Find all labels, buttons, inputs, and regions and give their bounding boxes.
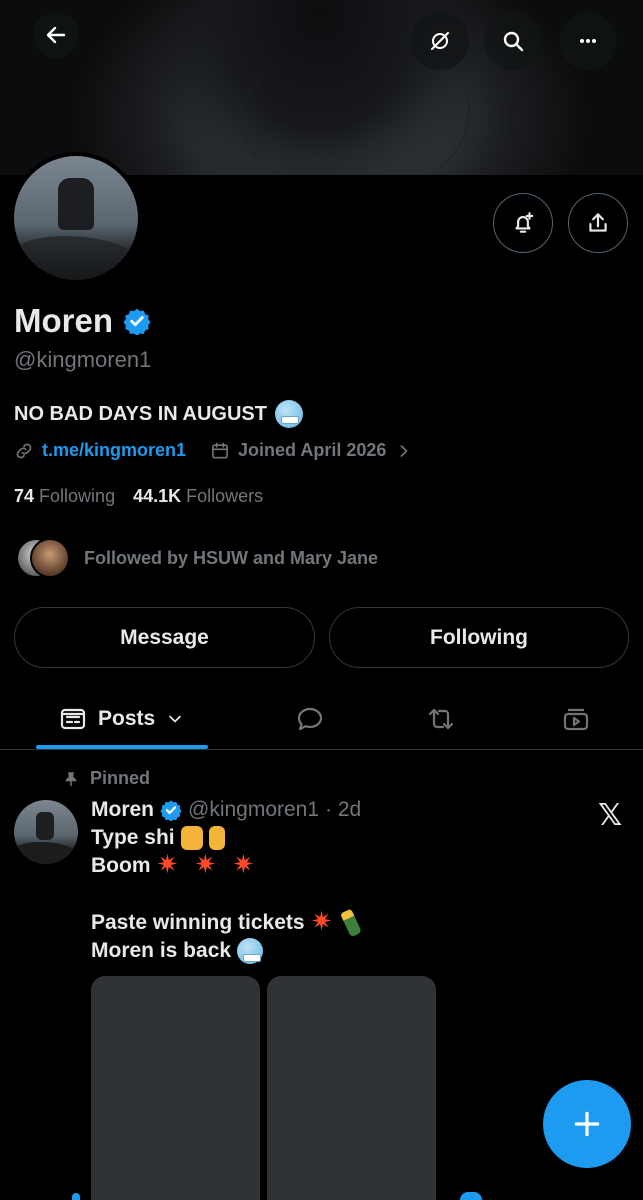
notify-button[interactable] [493, 193, 553, 253]
x-logo-icon[interactable]: 𝕏 [598, 798, 622, 833]
following-label: Following [39, 486, 116, 506]
link-icon [16, 443, 32, 458]
calendar-icon [212, 442, 228, 458]
followers-count: 44.1K [133, 486, 182, 506]
profile-name-row: Moren [14, 302, 151, 340]
chevron-right-icon[interactable] [394, 441, 414, 461]
bio-text: NO BAD DAYS IN AUGUST [14, 402, 267, 425]
followed-by-text: Followed by HSUW and Mary Jane [84, 547, 379, 568]
followed-by-avatars [16, 538, 70, 578]
profile-tabs: Posts [0, 688, 643, 750]
share-button[interactable] [568, 193, 628, 253]
post-line-2: Boom [91, 850, 257, 880]
profile-banner[interactable] [0, 0, 643, 175]
avatar-image [14, 156, 138, 280]
reply-bubble-icon [297, 707, 323, 731]
hand-emoji-icon [180, 826, 203, 850]
verified-badge-icon[interactable] [123, 307, 151, 335]
arrow-left-icon [46, 26, 66, 44]
posts-tab-icon [60, 708, 86, 730]
joined-date: Joined April 2026 [238, 440, 387, 460]
plus-icon [574, 1111, 600, 1137]
bottom-nav-peek [72, 1193, 80, 1200]
pin-icon [65, 771, 77, 786]
following-count-link[interactable]: 74 Following [14, 486, 115, 507]
grok-button[interactable] [411, 12, 469, 70]
more-options-button[interactable] [559, 12, 617, 70]
share-icon [589, 213, 607, 232]
post-media-2[interactable] [267, 976, 436, 1200]
avatar-rock [14, 236, 138, 280]
crossed-fingers-emoji-icon [208, 826, 225, 850]
collision-emoji-icon [233, 850, 257, 880]
pinned-label: Pinned [90, 768, 151, 788]
tab-videos[interactable] [561, 688, 591, 750]
post-text-line: Boom [91, 854, 151, 877]
tab-posts-label: Posts [98, 707, 156, 730]
grok-icon [431, 32, 449, 50]
avatar-figure [36, 812, 54, 840]
compose-button[interactable] [543, 1080, 631, 1168]
collision-emoji-icon [195, 850, 219, 880]
champagne-emoji-icon [339, 908, 362, 938]
following-count: 74 [14, 486, 35, 506]
follow-counts: 74 Following 44.1K Followers [14, 486, 263, 507]
post-line-1: Type shi [91, 826, 225, 850]
avatar-rock [14, 842, 78, 864]
collision-emoji-icon [311, 907, 335, 937]
search-icon [503, 31, 524, 52]
active-tab-indicator [36, 745, 208, 749]
profile-meta: t.me/kingmoren1 Joined April 2026 [14, 440, 414, 461]
tab-replies[interactable] [295, 688, 325, 750]
back-button[interactable] [33, 12, 79, 58]
message-button[interactable]: Message [14, 607, 315, 668]
post-author-name[interactable]: Moren [91, 798, 154, 822]
profile-name: Moren [14, 302, 113, 339]
collision-emoji-icon [157, 850, 181, 880]
cold-face-emoji-icon [275, 400, 303, 428]
post-media-1[interactable] [91, 976, 260, 1200]
followers-count-link[interactable]: 44.1K Followers [133, 486, 263, 507]
following-button[interactable]: Following [329, 607, 629, 668]
more-icon [580, 39, 596, 43]
repost-icon [428, 708, 454, 730]
post-author-avatar[interactable] [14, 800, 78, 864]
bell-plus-icon [515, 212, 534, 233]
profile-link[interactable]: t.me/kingmoren1 [42, 440, 186, 461]
verified-badge-icon [160, 800, 182, 821]
tab-posts[interactable]: Posts [58, 688, 185, 750]
post-text-line: Type shi [91, 826, 175, 849]
post-line-3: Paste winning tickets [91, 907, 362, 938]
avatar [30, 538, 70, 578]
chevron-down-icon[interactable] [165, 709, 185, 729]
post-header: Moren @kingmoren1 · 2d [91, 798, 361, 822]
tab-reposts[interactable] [426, 688, 456, 750]
followed-by-row[interactable]: Followed by HSUW and Mary Jane [16, 538, 378, 578]
profile-handle: @kingmoren1 [14, 347, 152, 372]
post-line-4: Moren is back [91, 938, 264, 964]
post-text-line: Paste winning tickets [91, 911, 305, 934]
post-time[interactable]: · 2d [325, 798, 361, 822]
post-author-handle[interactable]: @kingmoren1 [188, 798, 319, 822]
cold-face-emoji-icon [237, 938, 264, 964]
avatar-figure [58, 178, 94, 230]
pinned-indicator: Pinned [62, 768, 150, 789]
profile-bio: NO BAD DAYS IN AUGUST [14, 400, 303, 428]
search-button[interactable] [484, 12, 542, 70]
followers-label: Followers [186, 486, 264, 506]
profile-avatar[interactable] [10, 152, 142, 284]
video-icon [563, 708, 589, 731]
post-text-line: Moren is back [91, 939, 232, 962]
bottom-nav-peek [460, 1192, 482, 1200]
